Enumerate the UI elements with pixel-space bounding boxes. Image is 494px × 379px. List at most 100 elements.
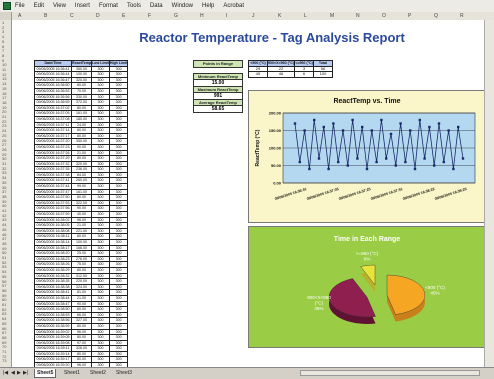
menu-item[interactable]: Tools	[127, 3, 141, 9]
column-header[interactable]: D	[96, 13, 100, 19]
table-cell[interactable]: 09/06/2005 16:38:11	[34, 233, 72, 240]
range-percent[interactable]: 6	[294, 71, 315, 78]
table-cell[interactable]: 09/06/2005 16:36:47	[34, 76, 72, 84]
column-header[interactable]: B	[44, 13, 47, 19]
column-header[interactable]: K	[278, 13, 281, 19]
table-cell[interactable]: 09/06/2005 16:39:02	[34, 328, 72, 336]
column-header[interactable]: G	[174, 13, 178, 19]
table-cell[interactable]: 09/06/2005 16:37:08	[34, 115, 72, 123]
menu-item[interactable]: Help	[202, 3, 214, 9]
prev-sheet-icon[interactable]: ◀	[11, 370, 15, 376]
table-cell[interactable]: 09/06/2005 16:37:41	[34, 177, 72, 185]
menu-item[interactable]: File	[15, 3, 25, 9]
table-cell[interactable]: 09/06/2005 16:39:14	[34, 350, 72, 358]
table-cell[interactable]: 09/06/2005 16:36:44	[34, 71, 72, 78]
table-cell[interactable]: 09/06/2005 16:38:56	[34, 317, 72, 324]
tab-sheet3[interactable]: Sheet3	[114, 369, 134, 377]
table-cell[interactable]: 09/06/2005 16:37:50	[34, 194, 72, 201]
menu-item[interactable]: Format	[99, 3, 118, 9]
menu-item[interactable]: Edit	[34, 3, 44, 9]
table-cell[interactable]: 09/06/2005 16:38:26	[34, 261, 72, 268]
table-cell[interactable]: 09/06/2005 16:37:59	[34, 211, 72, 218]
table-cell[interactable]: 09/06/2005 16:38:02	[34, 216, 72, 224]
column-header[interactable]: N	[356, 13, 360, 19]
first-sheet-icon[interactable]: |◀	[3, 370, 8, 376]
column-header[interactable]: O	[382, 13, 386, 19]
column-header[interactable]: C	[70, 13, 74, 19]
table-cell[interactable]: 09/06/2005 16:37:14	[34, 127, 72, 134]
table-cell[interactable]: 09/06/2005 16:37:32	[34, 160, 72, 168]
table-cell[interactable]: 09/06/2005 16:37:38	[34, 171, 72, 179]
menu-item[interactable]: Insert	[75, 3, 90, 9]
table-cell[interactable]: 09/06/2005 16:36:41	[34, 65, 72, 73]
range-percent[interactable]: 100	[313, 71, 334, 78]
table-cell[interactable]: 09/06/2005 16:38:20	[34, 250, 72, 257]
table-cell[interactable]: 09/06/2005 16:38:59	[34, 322, 72, 330]
table-cell[interactable]: 09/06/2005 16:38:35	[34, 278, 72, 285]
table-cell[interactable]: 09/06/2005 16:38:47	[34, 300, 72, 308]
column-header[interactable]: H	[200, 13, 204, 19]
menu-item[interactable]: View	[53, 3, 66, 9]
vertical-scrollbar[interactable]	[484, 20, 494, 367]
header-low-limit[interactable]: Low Limit	[91, 60, 110, 67]
table-cell[interactable]: 09/06/2005 16:39:17	[34, 356, 72, 364]
menu-item[interactable]: Data	[150, 3, 163, 9]
line-chart[interactable]: ReactTemp vs. Time ReactTemp (°C) 0.00 50.0…	[248, 90, 484, 223]
table-cell[interactable]: 09/06/2005 16:37:47	[34, 188, 72, 196]
column-header[interactable]: J	[252, 13, 255, 19]
table-cell[interactable]: 09/06/2005 16:36:50	[34, 82, 72, 89]
table-cell[interactable]: 09/06/2005 16:38:29	[34, 267, 72, 274]
tab-sheet2[interactable]: Sheet2	[88, 369, 108, 377]
table-cell[interactable]: 09/06/2005 16:36:59	[34, 99, 72, 106]
column-header[interactable]: R	[460, 13, 464, 19]
column-header[interactable]: I	[226, 13, 227, 19]
table-cell[interactable]: 09/06/2005 16:37:53	[34, 199, 72, 207]
table-cell[interactable]: 09/06/2005 16:38:38	[34, 283, 72, 291]
column-header[interactable]: F	[148, 13, 151, 19]
table-cell[interactable]: 09/06/2005 16:38:14	[34, 239, 72, 246]
table-cell[interactable]: 09/06/2005 16:39:05	[34, 334, 72, 341]
column-header[interactable]: A	[18, 13, 21, 19]
row-header[interactable]: 73	[2, 358, 6, 363]
range-percent[interactable]: 45	[248, 71, 268, 78]
table-cell[interactable]: 09/06/2005 16:36:53	[34, 88, 72, 95]
range-percent[interactable]: 46	[266, 71, 296, 78]
table-cell[interactable]: 09/06/2005 16:37:11	[34, 121, 72, 129]
table-cell[interactable]: 09/06/2005 16:38:50	[34, 306, 72, 313]
table-cell[interactable]: 09/06/2005 16:36:56	[34, 93, 72, 101]
table-cell[interactable]: 09/06/2005 16:38:08	[34, 227, 72, 235]
table-cell[interactable]: 09/06/2005 16:38:41	[34, 289, 72, 296]
table-cell[interactable]: 09/06/2005 16:37:29	[34, 155, 72, 162]
table-cell[interactable]: 09/06/2005 16:39:08	[34, 339, 72, 347]
table-cell[interactable]: 09/06/2005 16:37:23	[34, 143, 72, 151]
table-cell[interactable]: 09/06/2005 16:37:02	[34, 104, 72, 112]
tab-sheet5[interactable]: Sheet5	[34, 369, 57, 378]
horizontal-scrollbar[interactable]	[300, 370, 480, 376]
table-cell[interactable]: 09/06/2005 16:38:32	[34, 272, 72, 280]
table-cell[interactable]: 09/06/2005 16:37:20	[34, 138, 72, 145]
table-cell[interactable]: 09/06/2005 16:37:35	[34, 166, 72, 173]
header-high-limit[interactable]: High Limit	[108, 60, 129, 67]
header-reacttemp[interactable]: ReactTemp	[70, 60, 93, 67]
column-header[interactable]: P	[408, 13, 411, 19]
table-cell[interactable]: 09/06/2005 16:37:26	[34, 149, 72, 157]
column-header[interactable]: E	[122, 13, 125, 19]
next-sheet-icon[interactable]: ▶	[17, 370, 21, 376]
table-cell[interactable]: 09/06/2005 16:39:11	[34, 345, 72, 352]
table-cell[interactable]: 09/06/2005 16:37:56	[34, 205, 72, 212]
pie-chart[interactable]: Time in Each Range <900 (°C) 45% 900<X<960(…	[248, 226, 484, 348]
excel-app-icon[interactable]	[3, 2, 11, 10]
column-header[interactable]: Q	[434, 13, 438, 19]
table-cell[interactable]: 09/06/2005 16:38:53	[34, 311, 72, 319]
column-header[interactable]: L	[304, 13, 307, 19]
table-cell[interactable]: 09/06/2005 16:37:44	[34, 183, 72, 190]
stat-value[interactable]: 58.65	[193, 105, 243, 113]
table-cell[interactable]: 09/06/2005 16:38:23	[34, 255, 72, 263]
tab-sheet1[interactable]: Sheet1	[62, 369, 82, 377]
table-cell[interactable]: 09/06/2005 16:38:44	[34, 294, 72, 302]
menu-item[interactable]: Window	[172, 3, 193, 9]
table-cell[interactable]: 09/06/2005 16:37:05	[34, 110, 72, 117]
menu-item[interactable]: Acrobat	[223, 3, 244, 9]
last-sheet-icon[interactable]: ▶|	[23, 370, 28, 376]
table-cell[interactable]: 09/06/2005 16:37:17	[34, 132, 72, 140]
